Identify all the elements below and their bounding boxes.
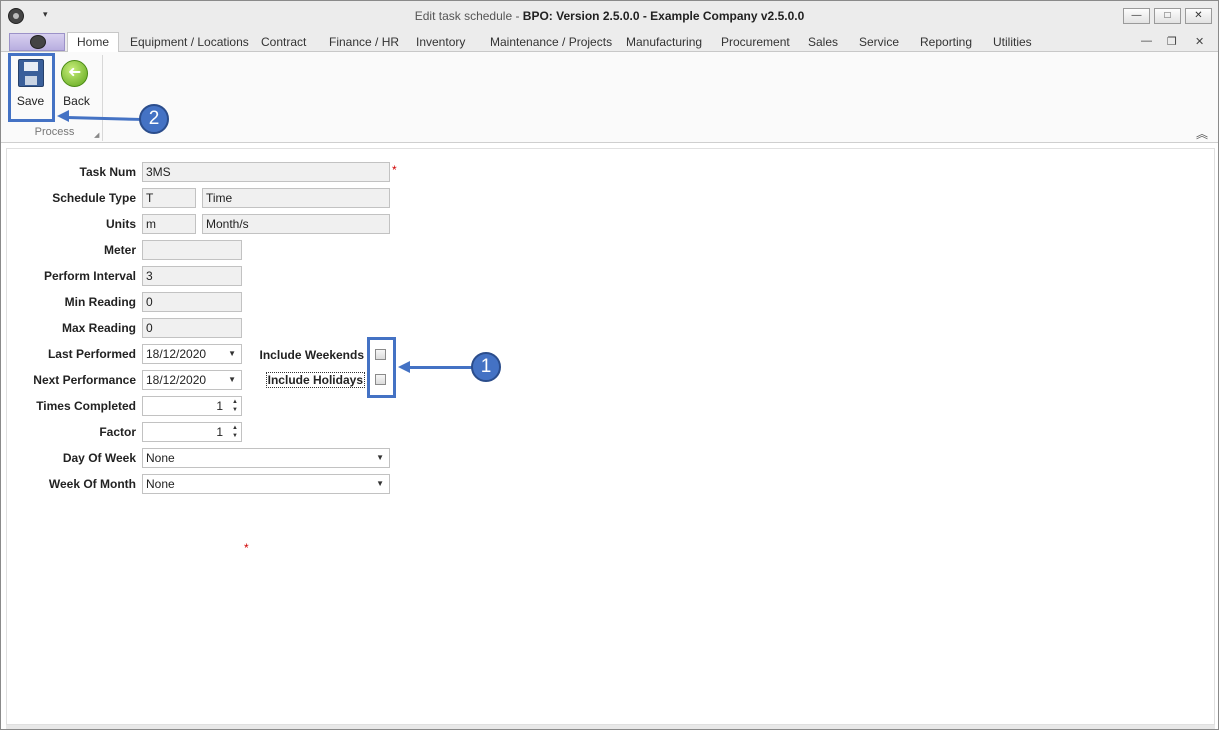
back-arrow-glyph: ➜ [67,64,82,81]
mdi-minimize-button[interactable]: — [1141,35,1152,47]
annotation-arrowhead-2 [57,110,69,122]
ribbon-group-process-label: Process [34,126,75,138]
minimize-button[interactable]: — [1123,8,1150,24]
tab-equipment-locations[interactable]: Equipment / Locations [130,34,249,52]
tab-utilities[interactable]: Utilities [993,34,1032,52]
back-button-label: Back [63,94,90,108]
factor-stepper[interactable]: 1 ▲ ▼ [142,422,242,442]
close-button[interactable]: ✕ [1185,8,1212,24]
times-completed-label: Times Completed [36,399,136,413]
next-performance-date-picker[interactable]: 18/12/2020 ▼ [142,370,242,390]
task-num-field[interactable]: 3MS [142,162,390,182]
tab-procurement[interactable]: Procurement [721,34,790,52]
last-performed-label: Last Performed [47,347,136,361]
application-window: ▾ Edit task schedule - BPO: Version 2.5.… [0,0,1219,730]
meter-field[interactable] [142,240,242,260]
week-of-month-value: None [146,477,175,491]
tab-service[interactable]: Service [859,34,899,52]
maximize-button[interactable]: □ [1154,8,1181,24]
annotation-arrowhead-1 [398,361,410,373]
spin-up-icon[interactable]: ▲ [232,399,238,405]
times-completed-value: 1 [216,399,223,413]
day-of-week-value: None [146,451,175,465]
last-performed-date-picker[interactable]: 18/12/2020 ▼ [142,344,242,364]
chevron-down-icon[interactable]: ▼ [228,345,236,363]
app-logo-icon [30,35,46,49]
tab-maintenance-projects[interactable]: Maintenance / Projects [490,34,612,52]
application-menu-button[interactable] [9,33,65,51]
spin-down-icon[interactable]: ▼ [232,407,238,413]
last-performed-value: 18/12/2020 [146,347,207,361]
spin-buttons[interactable]: ▲ ▼ [232,424,238,440]
required-indicator-footer: * [244,541,249,555]
include-holidays-label-wrap: Include Holidays [244,372,365,388]
window-title-app: BPO: Version 2.5.0.0 - Example Company v… [522,9,805,23]
tab-home[interactable]: Home [67,32,120,53]
units-desc-field: Month/s [202,214,390,234]
tab-sales[interactable]: Sales [808,34,838,52]
include-weekends-label: Include Weekends [259,348,364,362]
units-label: Units [106,217,136,231]
schedule-type-code-field[interactable]: T [142,188,196,208]
mdi-restore-button[interactable]: ❐ [1167,35,1177,48]
ribbon-group-separator [102,55,103,141]
collapse-ribbon-icon[interactable]: ︽ [1196,125,1208,142]
max-reading-field[interactable]: 0 [142,318,242,338]
perform-interval-label: Perform Interval [43,269,136,283]
spin-up-icon[interactable]: ▲ [232,425,238,431]
spin-down-icon[interactable]: ▼ [232,433,238,439]
tab-contract[interactable]: Contract [261,34,306,52]
window-title-prefix: Edit task schedule - [414,9,523,23]
title-bar: ▾ Edit task schedule - BPO: Version 2.5.… [1,1,1218,32]
annotation-badge-2: 2 [139,104,169,134]
save-highlight-box [8,53,55,122]
units-code-field[interactable]: m [142,214,196,234]
chevron-down-icon[interactable]: ▼ [228,371,236,389]
schedule-type-desc-field: Time [202,188,390,208]
week-of-month-label: Week Of Month [48,477,136,491]
annotation-arrow-1 [409,366,473,369]
mdi-close-button[interactable]: ✕ [1195,35,1204,48]
group-launcher-icon[interactable]: ◢ [94,131,99,139]
ribbon-panel: Save ➜ Back Process ◢ ︽ [1,52,1218,143]
meter-label: Meter [103,243,136,257]
perform-interval-field[interactable]: 3 [142,266,242,286]
task-num-label: Task Num [79,165,136,179]
next-performance-label: Next Performance [33,373,136,387]
chevron-down-icon[interactable]: ▼ [376,475,384,493]
day-of-week-label: Day Of Week [62,451,136,465]
ribbon-tab-bar: Home Equipment / Locations Contract Fina… [1,32,1218,53]
day-of-week-select[interactable]: None ▼ [142,448,390,468]
window-title: Edit task schedule - BPO: Version 2.5.0.… [1,9,1218,23]
annotation-badge-1: 1 [471,352,501,382]
required-indicator: * [392,163,397,177]
min-reading-label: Min Reading [64,295,136,309]
next-performance-value: 18/12/2020 [146,373,207,387]
week-of-month-select[interactable]: None ▼ [142,474,390,494]
schedule-type-label: Schedule Type [52,191,136,205]
back-arrow-icon: ➜ [61,60,88,87]
min-reading-field[interactable]: 0 [142,292,242,312]
max-reading-label: Max Reading [61,321,136,335]
spin-buttons[interactable]: ▲ ▼ [232,398,238,414]
chevron-down-icon[interactable]: ▼ [376,449,384,467]
times-completed-stepper[interactable]: 1 ▲ ▼ [142,396,242,416]
factor-label: Factor [99,425,136,439]
checkbox-highlight-box [367,337,396,398]
factor-value: 1 [216,425,223,439]
tab-inventory[interactable]: Inventory [416,34,465,52]
status-bar [6,725,1215,729]
tab-manufacturing[interactable]: Manufacturing [626,34,702,52]
tab-reporting[interactable]: Reporting [920,34,972,52]
tab-finance-hr[interactable]: Finance / HR [329,34,399,52]
include-holidays-label: Include Holidays [265,372,365,388]
back-button[interactable]: ➜ Back [54,54,99,118]
